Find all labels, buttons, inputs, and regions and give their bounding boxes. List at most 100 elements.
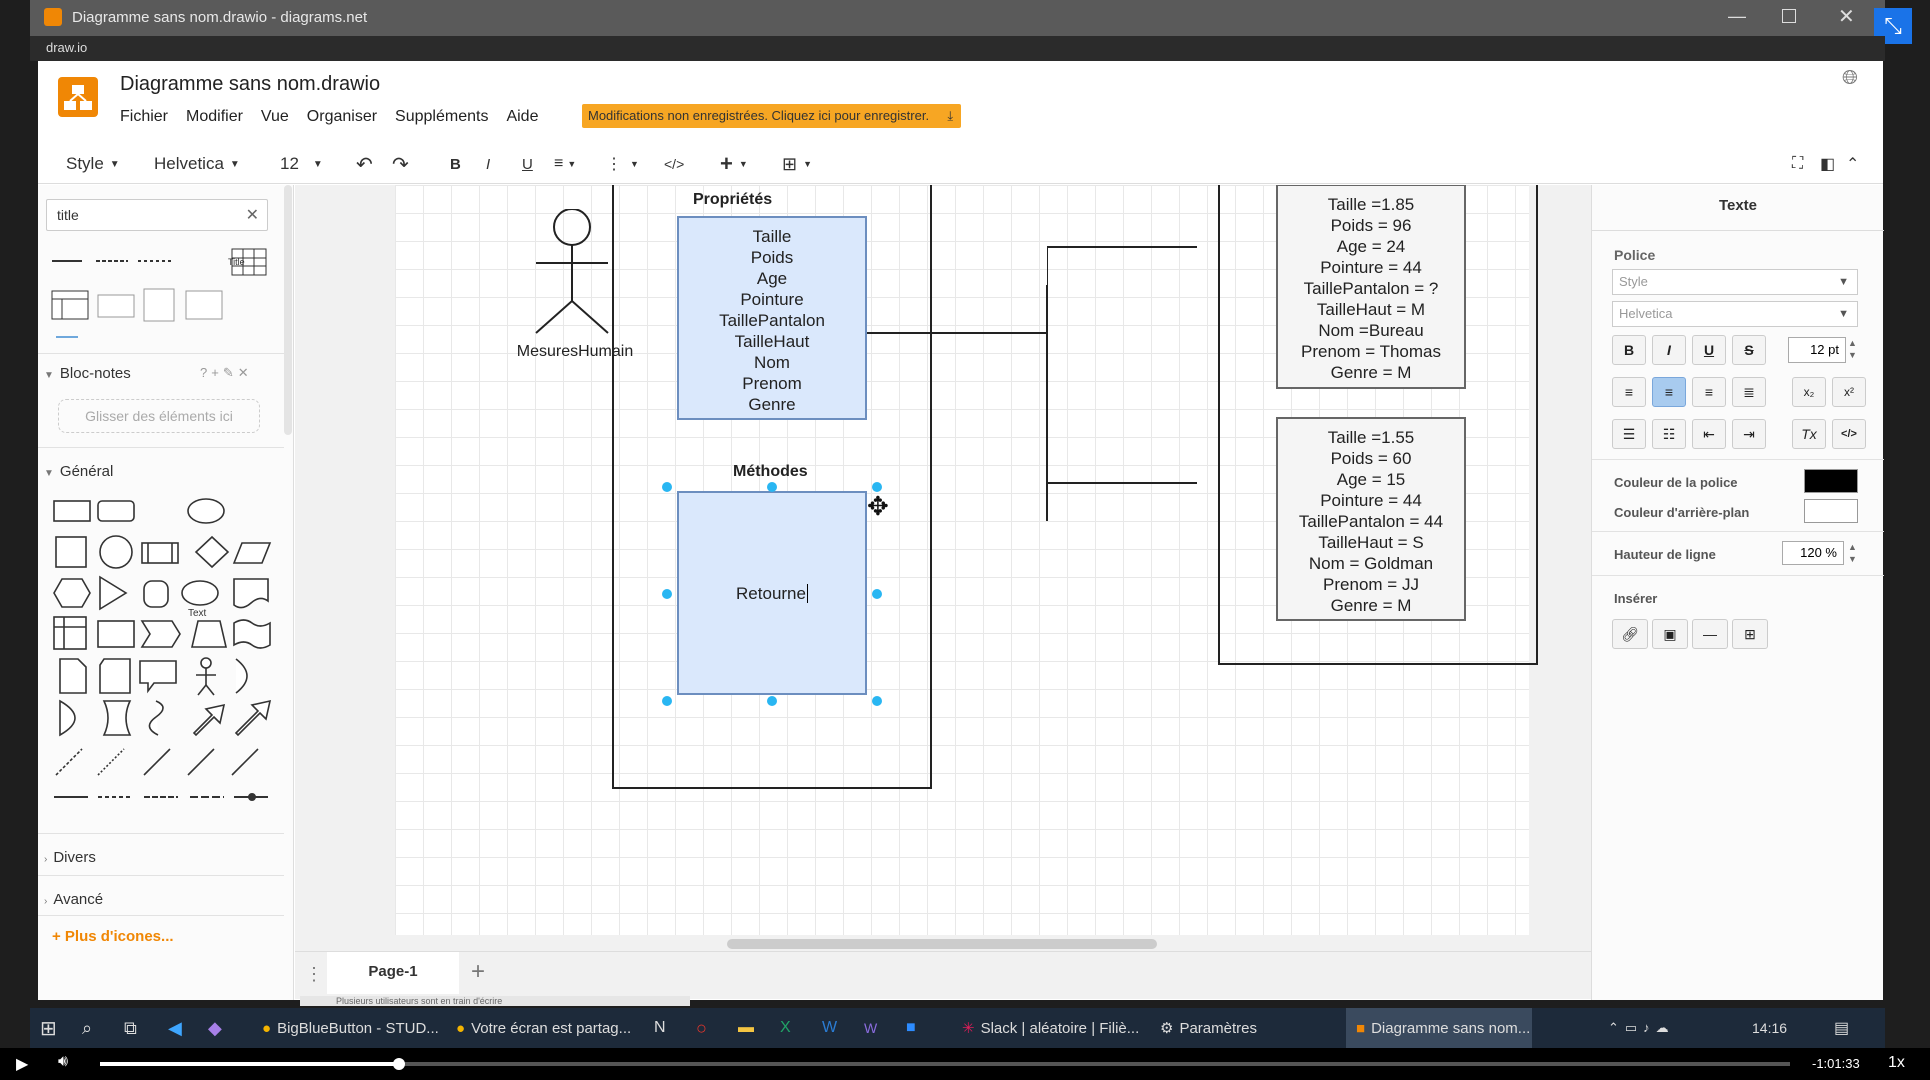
general-header[interactable]: ▼ Général	[44, 463, 113, 480]
divers-header[interactable]: › Divers	[44, 849, 96, 866]
scratchpad-drop-zone[interactable]: Glisser des éléments ici	[58, 399, 260, 433]
object-box-1[interactable]: Taille =1.85 Poids = 96 Age = 24 Pointur…	[1276, 185, 1466, 389]
insert-plus-icon[interactable]: + ▼	[720, 149, 748, 179]
underline-icon[interactable]: U	[522, 149, 533, 179]
italic-icon[interactable]: I	[1652, 335, 1686, 365]
indent-icon[interactable]: ⇥	[1732, 419, 1766, 449]
table-icon[interactable]: ⊞ ▼	[782, 149, 812, 179]
selection-handle[interactable]	[662, 482, 672, 492]
minimize-icon[interactable]: —	[1728, 6, 1746, 27]
sidebar-scrollbar[interactable]	[284, 185, 292, 435]
play-icon[interactable]: ▶	[16, 1054, 28, 1074]
properties-box[interactable]: Taille Poids Age Pointure TaillePantalon…	[677, 216, 867, 420]
taskbar-drawio[interactable]: ■ Diagramme sans nom...	[1346, 1008, 1532, 1048]
format-panel-toggle-icon[interactable]: ◧	[1820, 149, 1835, 179]
font-family-select[interactable]: Helvetica ▼	[1612, 301, 1858, 327]
file-title[interactable]: Diagramme sans nom.drawio	[120, 73, 380, 96]
line-height-stepper[interactable]: ▲ ▼	[1848, 541, 1857, 565]
file-explorer-icon[interactable]: ▬	[738, 1008, 754, 1048]
font-size-stepper[interactable]: ▲ ▼	[1848, 337, 1857, 361]
menu-organiser[interactable]: Organiser	[307, 108, 377, 126]
clear-format-icon[interactable]: Tx	[1792, 419, 1826, 449]
html-code-icon[interactable]: </>	[1832, 419, 1866, 449]
visual-studio-icon[interactable]: ◆	[208, 1008, 222, 1048]
more-shapes-link[interactable]: + Plus d'icones...	[52, 928, 174, 945]
menu-supplements[interactable]: Suppléments	[395, 108, 488, 126]
properties-title[interactable]: Propriétés	[693, 191, 772, 209]
task-view-icon[interactable]: ⧉	[124, 1008, 137, 1048]
object-box-2[interactable]: Taille =1.55 Poids = 60 Age = 15 Pointur…	[1276, 417, 1466, 621]
italic-icon[interactable]: I	[486, 149, 490, 179]
arrow-heads[interactable]	[1047, 235, 1197, 515]
align-left-icon[interactable]: ≡	[1612, 377, 1646, 407]
scratchpad-header[interactable]: ▼ Bloc-notes	[44, 365, 131, 382]
scratchpad-actions[interactable]: ?+✎✕	[200, 365, 253, 381]
align-center-icon[interactable]: ≡	[1652, 377, 1686, 407]
opera-icon[interactable]: ○	[696, 1008, 707, 1048]
close-icon[interactable]: ✕	[1838, 4, 1855, 29]
bullet-list-icon[interactable]: ☷	[1652, 419, 1686, 449]
undo-icon[interactable]: ↶	[356, 149, 373, 179]
style-select[interactable]: Style ▼	[1612, 269, 1858, 295]
insert-link-icon[interactable]: 🔗︎	[1612, 619, 1648, 649]
align-icon[interactable]: ≡ ▼	[554, 149, 576, 179]
taskbar-screen-share[interactable]: ● Votre écran est partag...	[456, 1008, 631, 1048]
taskbar-bigbluebutton[interactable]: ● BigBlueButton - STUD...	[262, 1008, 439, 1048]
justify-icon[interactable]: ≣	[1732, 377, 1766, 407]
general-shapes-palette[interactable]	[48, 493, 278, 783]
horizontal-scrollbar[interactable]	[727, 939, 1157, 949]
taskbar-settings[interactable]: ⚙ Paramètres	[1160, 1008, 1257, 1048]
menu-fichier[interactable]: Fichier	[120, 108, 168, 126]
line-height-input[interactable]: 120 %	[1782, 541, 1844, 565]
collapse-icon[interactable]: ⌃	[1846, 149, 1859, 179]
add-page-icon[interactable]: +	[471, 958, 485, 986]
format-tab-text[interactable]: Texte	[1592, 185, 1884, 231]
font-dropdown[interactable]: Helvetica ▼	[154, 149, 240, 179]
shape-search-input[interactable]: title ✕	[46, 199, 268, 231]
page-menu-icon[interactable]: ⋮	[305, 964, 323, 985]
playback-speed[interactable]: 1x	[1888, 1054, 1905, 1072]
windows-start-icon[interactable]: ⊞	[40, 1008, 57, 1048]
menu-vue[interactable]: Vue	[261, 108, 289, 126]
search-icon[interactable]: ⌕	[82, 1008, 92, 1048]
maximize-icon[interactable]	[1782, 9, 1796, 23]
selection-handle[interactable]	[872, 589, 882, 599]
underline-icon[interactable]: U	[1692, 335, 1726, 365]
selection-handle[interactable]	[662, 589, 672, 599]
connector-shapes[interactable]	[48, 787, 278, 807]
methods-box[interactable]: Retourne​	[677, 491, 867, 695]
subscript-icon[interactable]: x₂	[1792, 377, 1826, 407]
bold-icon[interactable]: B	[1612, 335, 1646, 365]
menu-modifier[interactable]: Modifier	[186, 108, 243, 126]
insert-image-icon[interactable]: ▣	[1652, 619, 1688, 649]
clear-search-icon[interactable]: ✕	[246, 205, 259, 225]
notion-icon[interactable]: N	[654, 1008, 666, 1048]
volume-icon[interactable]: 🔊︎	[58, 1053, 68, 1071]
fullscreen-icon[interactable]: ⛶	[1792, 149, 1803, 179]
strikethrough-icon[interactable]: S	[1732, 335, 1766, 365]
tab-page-1[interactable]: Page-1	[327, 952, 459, 994]
app-icon[interactable]: W	[864, 1008, 877, 1048]
avance-header[interactable]: › Avancé	[44, 891, 103, 908]
outdent-icon[interactable]: ⇤	[1692, 419, 1726, 449]
font-size-dropdown[interactable]: 12 ▼	[280, 149, 323, 179]
zoom-icon[interactable]: ■	[906, 1008, 916, 1048]
align-right-icon[interactable]: ≡	[1692, 377, 1726, 407]
vscode-icon[interactable]: ◀	[168, 1008, 182, 1048]
taskbar-slack[interactable]: ✳ Slack | aléatoire | Filiè...	[962, 1008, 1139, 1048]
methods-title[interactable]: Méthodes	[733, 463, 808, 481]
methods-text[interactable]: Retourne	[736, 584, 806, 603]
taskbar-clock[interactable]: 14:16	[1752, 1008, 1787, 1048]
vertical-align-icon[interactable]: ⋮ ▼	[606, 149, 639, 179]
insert-table-icon[interactable]: ⊞	[1732, 619, 1768, 649]
connector-arrows[interactable]	[867, 285, 1067, 545]
actor-label[interactable]: MesuresHumain	[505, 343, 645, 361]
font-size-input[interactable]: 12 pt	[1788, 337, 1846, 363]
excel-icon[interactable]: X	[780, 1008, 791, 1048]
html-code-icon[interactable]: </>	[664, 149, 684, 179]
numbered-list-icon[interactable]: ☰	[1612, 419, 1646, 449]
selection-handle[interactable]	[767, 482, 777, 492]
bg-color-swatch[interactable]	[1804, 499, 1858, 523]
style-dropdown[interactable]: Style ▼	[66, 149, 120, 179]
redo-icon[interactable]: ↷	[392, 149, 409, 179]
